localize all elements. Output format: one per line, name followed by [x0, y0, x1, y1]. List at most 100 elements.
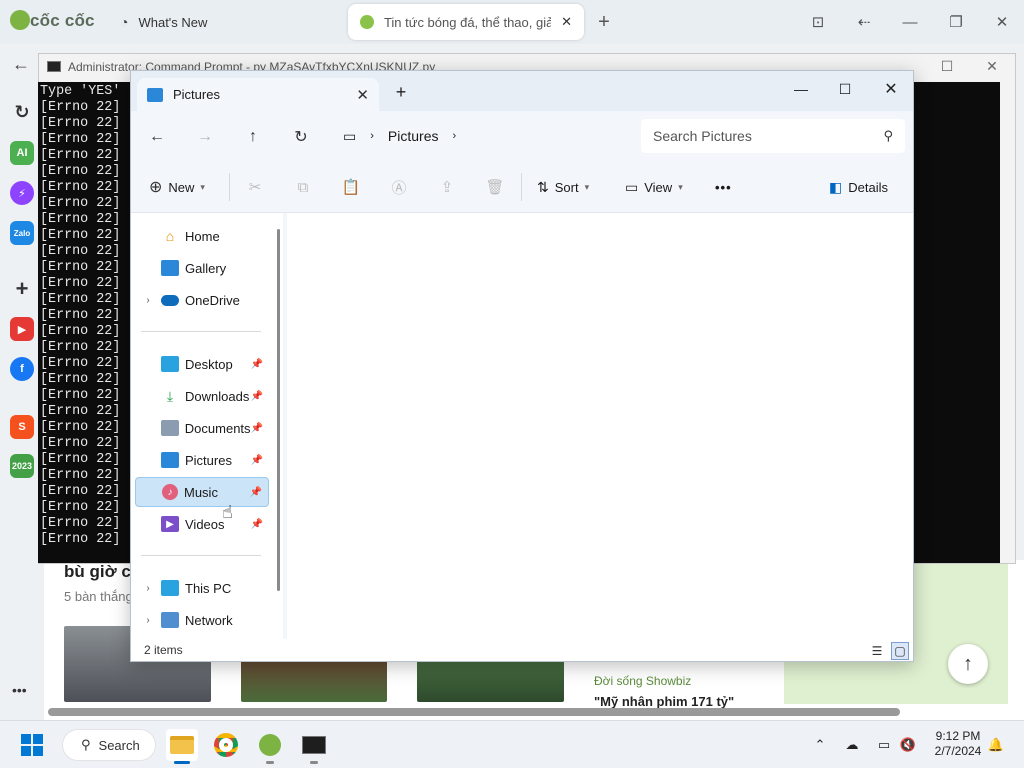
- details-view-icon[interactable]: ☰: [868, 642, 886, 660]
- chevron-right-icon[interactable]: ›: [135, 295, 161, 306]
- cmd-restore-icon[interactable]: ☐: [937, 58, 957, 75]
- nav-item-onedrive[interactable]: › OneDrive: [135, 285, 269, 315]
- forward-arrow-icon[interactable]: →: [193, 125, 217, 149]
- chevron-right-icon[interactable]: ›: [135, 615, 161, 626]
- address-bar[interactable]: ▭ › Pictures ›: [335, 119, 625, 153]
- chevron-right-icon[interactable]: ›: [452, 130, 456, 142]
- cut-icon[interactable]: ✂: [245, 177, 265, 197]
- explorer-nav-bar: ← → ↑ ↻ ▭ › Pictures › Search Pictures ⚲: [131, 111, 913, 161]
- delete-icon[interactable]: 🗑: [485, 177, 505, 197]
- nav-item-network[interactable]: › Network: [135, 605, 269, 635]
- new-tab-button[interactable]: +: [386, 80, 416, 104]
- scroll-top-button[interactable]: ↑: [948, 644, 988, 684]
- cmd-output-line: [Errno 22]: [40, 420, 121, 435]
- windows-icon: [21, 734, 43, 756]
- nav-item-documents[interactable]: Documents 📌: [135, 413, 269, 443]
- paste-icon[interactable]: 📋: [341, 177, 361, 197]
- pin-icon: 📌: [250, 454, 263, 466]
- search-input[interactable]: Search Pictures ⚲: [641, 119, 905, 153]
- new-button[interactable]: ⊕ New ▾: [149, 175, 205, 199]
- cmd-output-line: [Errno 22]: [40, 244, 121, 259]
- ai-label: AI: [16, 147, 28, 159]
- nav-pane-scrollbar[interactable]: [277, 229, 280, 591]
- back-arrow-icon[interactable]: ⇠: [852, 10, 876, 34]
- nav-item-videos[interactable]: ▶ Videos 📌: [135, 509, 269, 539]
- more-icon[interactable]: •••: [12, 682, 27, 698]
- nav-item-music[interactable]: ♪ Music 📌: [135, 477, 269, 507]
- taskbar-search[interactable]: ⚲ Search: [62, 729, 156, 761]
- maximize-icon[interactable]: ☐: [830, 77, 860, 101]
- onedrive-offline-icon[interactable]: ☁: [842, 735, 862, 755]
- ai-icon[interactable]: AI: [10, 141, 34, 165]
- cmd-close-icon[interactable]: ✕: [982, 58, 1002, 75]
- sort-button[interactable]: ⇅ Sort ▾: [537, 175, 589, 199]
- horizontal-scrollbar[interactable]: [48, 708, 900, 716]
- copy-icon[interactable]: ⧉: [293, 177, 313, 197]
- article-title[interactable]: "Mỹ nhân phim 171 tỷ": [594, 694, 734, 709]
- more-options-button[interactable]: •••: [715, 175, 732, 199]
- navigation-pane: ⌂ Home Gallery › OneDrive Desktop 📌 ⤓ Do…: [131, 213, 283, 639]
- close-tab-icon[interactable]: ✕: [356, 86, 369, 104]
- chevron-up-icon[interactable]: ⌃: [810, 735, 830, 755]
- nav-item-gallery[interactable]: Gallery: [135, 253, 269, 283]
- minimize-icon[interactable]: —: [898, 10, 922, 34]
- close-icon[interactable]: ✕: [990, 10, 1014, 34]
- history-icon[interactable]: ↻: [10, 100, 34, 124]
- restore-icon[interactable]: ❐: [944, 10, 968, 34]
- nav-item-pictures[interactable]: Pictures 📌: [135, 445, 269, 475]
- clock-time: 9:12 PM: [935, 729, 981, 743]
- notification-bell-icon[interactable]: 🔔: [986, 735, 1006, 755]
- back-arrow-icon[interactable]: ←: [145, 125, 169, 149]
- calendar-2023-icon[interactable]: 2023: [10, 454, 34, 478]
- nav-item-desktop[interactable]: Desktop 📌: [135, 349, 269, 379]
- zalo-icon[interactable]: Zalo: [10, 221, 34, 245]
- cmd-output-line: [Errno 22]: [40, 372, 121, 387]
- back-icon[interactable]: ←: [12, 54, 30, 75]
- minimize-icon[interactable]: —: [786, 77, 816, 101]
- nav-item-home[interactable]: ⌂ Home: [135, 221, 269, 251]
- cmd-taskbar-icon[interactable]: [298, 729, 330, 761]
- shopee-icon[interactable]: S: [10, 415, 34, 439]
- cmd-output-line: [Errno 22]: [40, 132, 121, 147]
- chrome-icon: [214, 733, 238, 757]
- tab-news[interactable]: Tin tức bóng đá, thể thao, giả ✕: [348, 4, 584, 40]
- new-tab-button[interactable]: +: [592, 10, 616, 34]
- start-button[interactable]: [16, 729, 48, 761]
- tab-whats-new[interactable]: ◔ What's New: [108, 4, 219, 40]
- up-arrow-icon[interactable]: ↑: [241, 125, 265, 149]
- breadcrumb[interactable]: Pictures: [388, 128, 439, 144]
- rename-icon[interactable]: Ⓐ: [389, 177, 409, 197]
- explorer-tab-pictures[interactable]: Pictures ✕: [137, 78, 379, 111]
- nav-item-downloads[interactable]: ⤓ Downloads 📌: [135, 381, 269, 411]
- chrome-taskbar-icon[interactable]: [210, 729, 242, 761]
- refresh-icon[interactable]: ↻: [289, 125, 313, 149]
- close-icon[interactable]: ✕: [876, 77, 906, 101]
- news-headline[interactable]: bù giờ c: [64, 562, 131, 582]
- system-clock[interactable]: 9:12 PM 2/7/2024: [928, 729, 988, 759]
- youtube-icon[interactable]: ▶: [10, 317, 34, 341]
- article-category[interactable]: Đời sống Showbiz: [594, 674, 691, 688]
- volume-muted-icon[interactable]: 🔇: [898, 735, 918, 755]
- messenger-icon[interactable]: ⚡: [10, 181, 34, 205]
- nav-item-label: This PC: [185, 580, 232, 596]
- nav-item-this-pc[interactable]: › This PC: [135, 573, 269, 603]
- pc-icon: [161, 580, 179, 596]
- network-icon[interactable]: ▭: [874, 735, 894, 755]
- file-list[interactable]: [287, 213, 913, 639]
- add-icon[interactable]: +: [10, 276, 34, 301]
- view-button[interactable]: ▭ View ▾: [625, 175, 683, 199]
- cmd-output-line: [Errno 22]: [40, 356, 121, 371]
- details-button[interactable]: ◧ Details: [829, 175, 888, 199]
- large-icons-view-icon[interactable]: ▢: [891, 642, 909, 660]
- screenshot-icon[interactable]: ⊡: [806, 10, 830, 34]
- share-icon[interactable]: ⇪: [437, 177, 457, 197]
- chevron-down-icon: ▾: [200, 181, 205, 192]
- file-explorer-taskbar-icon[interactable]: [166, 729, 198, 761]
- cmd-output-line: [Errno 22]: [40, 516, 121, 531]
- close-tab-icon[interactable]: ✕: [561, 14, 572, 30]
- facebook-icon[interactable]: f: [10, 357, 34, 381]
- view-label: View: [644, 179, 673, 195]
- chevron-right-icon[interactable]: ›: [135, 583, 161, 594]
- coccoc-taskbar-icon[interactable]: [254, 729, 286, 761]
- tab-label: What's New: [138, 14, 208, 30]
